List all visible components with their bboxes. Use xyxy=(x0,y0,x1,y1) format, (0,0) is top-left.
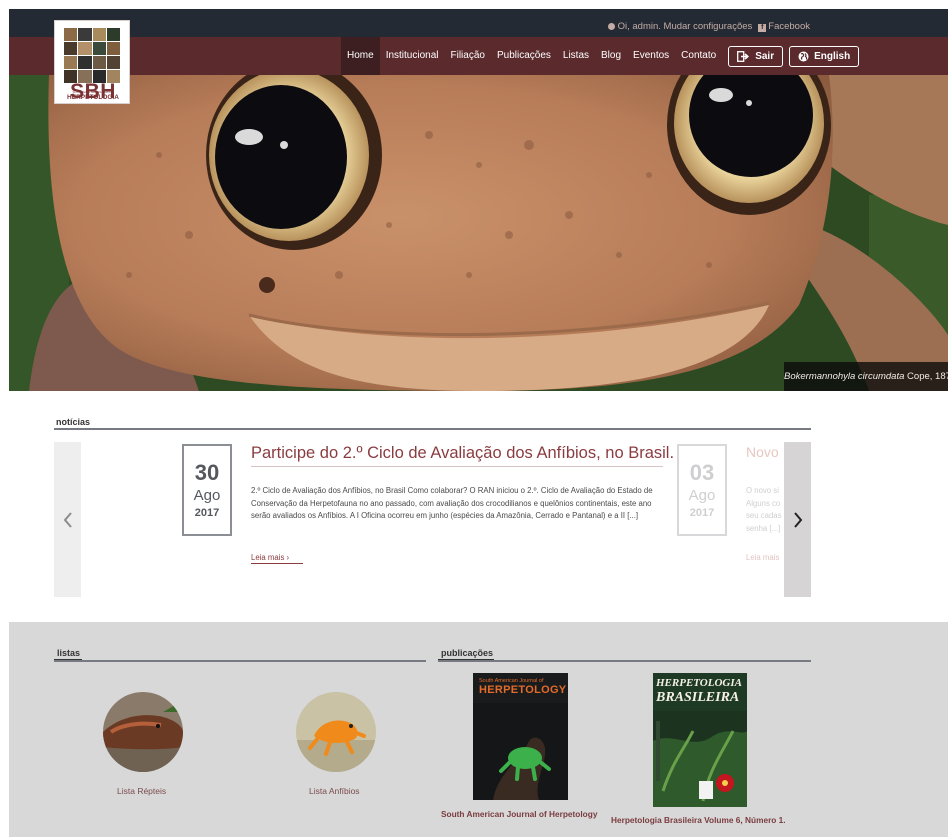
news-title-link[interactable]: Participe do 2.º Ciclo de Avaliação dos … xyxy=(251,444,674,463)
carousel-next-button[interactable] xyxy=(784,442,811,597)
amphibian-photo xyxy=(296,692,376,772)
publicacoes-heading: publicações xyxy=(441,648,494,658)
chevron-right-icon xyxy=(793,511,802,528)
logo-herpetologia: HERPETOLOGIA xyxy=(67,94,119,101)
lista-repteis-image[interactable] xyxy=(103,692,183,772)
nav-listas[interactable]: Listas xyxy=(557,37,595,75)
main-nav: Home Institucional Filiação Publicações … xyxy=(9,37,948,75)
nav-institucional[interactable]: Institucional xyxy=(380,37,445,75)
globe-icon xyxy=(798,51,809,61)
herpetologia-brasileira-link[interactable]: Herpetologia Brasileira Volume 6, Número… xyxy=(611,815,786,825)
news-title-underline xyxy=(251,466,663,467)
chevron-right-icon: › xyxy=(286,553,290,562)
top-links: Oi, admin. Mudar configurações f Facebook xyxy=(607,21,810,32)
nav-filiacao[interactable]: Filiação xyxy=(445,37,491,75)
lista-repteis-link[interactable]: Lista Répteis xyxy=(117,786,166,796)
news-excerpt: 2.º Ciclo de Avaliação dos Anfíbios, no … xyxy=(251,486,653,520)
listas-heading: listas xyxy=(57,648,81,658)
lista-anfibios-image[interactable] xyxy=(296,692,376,772)
nav-contato[interactable]: Contato xyxy=(675,37,722,75)
user-settings-link[interactable]: Oi, admin. Mudar configurações xyxy=(607,21,752,32)
frog-photo xyxy=(9,75,948,391)
hb-cover-line1: HERPETOLOGIA xyxy=(656,677,742,689)
nav-blog[interactable]: Blog xyxy=(595,37,627,75)
next-news-date: 03 Ago 2017 xyxy=(677,444,727,536)
hb-cover-art xyxy=(653,711,747,807)
sajh-cover-art xyxy=(473,703,568,800)
news-heading: notícias xyxy=(56,417,91,427)
hb-cover-line2: BRASILEIRA xyxy=(656,690,740,705)
logo-mosaic xyxy=(64,28,120,83)
sajh-link[interactable]: South American Journal of Herpetology xyxy=(441,809,597,819)
nav-items: Home Institucional Filiação Publicações … xyxy=(341,37,860,75)
user-icon xyxy=(607,23,615,30)
hero-banner: Bokermannohyla circumdata Cope, 1871 xyxy=(9,75,948,391)
chevron-left-icon xyxy=(63,511,72,528)
logo-society: SOCIEDADE BRASILEIRA DE xyxy=(72,90,114,94)
sbh-logo[interactable]: SBH HERPETOLOGIA SOCIEDADE BRASILEIRA DE xyxy=(54,20,130,104)
top-bar: Oi, admin. Mudar configurações f Facebook xyxy=(9,9,948,37)
next-news-excerpt: O novo si Alguns co seu cadas senha [...… xyxy=(746,486,782,533)
nav-publicacoes[interactable]: Publicações xyxy=(491,37,557,75)
sign-out-icon xyxy=(737,50,750,62)
listas-divider xyxy=(54,660,426,662)
logout-button[interactable]: Sair xyxy=(728,45,784,67)
publicacoes-divider xyxy=(438,660,811,662)
nav-home[interactable]: Home xyxy=(341,37,380,75)
facebook-icon: f xyxy=(758,24,767,32)
next-read-more-link[interactable]: Leia mais xyxy=(746,553,782,562)
next-news-title[interactable]: Novo xyxy=(746,444,782,460)
lista-anfibios-link[interactable]: Lista Anfíbios xyxy=(309,786,360,796)
read-more-link[interactable]: Leia mais › xyxy=(251,553,289,562)
herpetologia-brasileira-cover[interactable]: HERPETOLOGIA BRASILEIRA xyxy=(653,673,747,807)
photo-caption: Bokermannohyla circumdata Cope, 1871 xyxy=(784,362,948,391)
language-button[interactable]: English xyxy=(789,45,860,67)
news-date: 30 Ago 2017 xyxy=(182,444,232,536)
facebook-link[interactable]: f Facebook xyxy=(758,21,810,32)
nav-eventos[interactable]: Eventos xyxy=(627,37,675,75)
sajh-cover-line2: HERPETOLOGY xyxy=(479,684,567,696)
carousel-prev-button[interactable] xyxy=(54,442,81,597)
reptile-photo xyxy=(103,692,183,772)
read-more-underline xyxy=(251,563,303,564)
news-divider xyxy=(54,428,811,430)
sajh-cover[interactable]: South American Journal of HERPETOLOGY xyxy=(473,673,568,800)
